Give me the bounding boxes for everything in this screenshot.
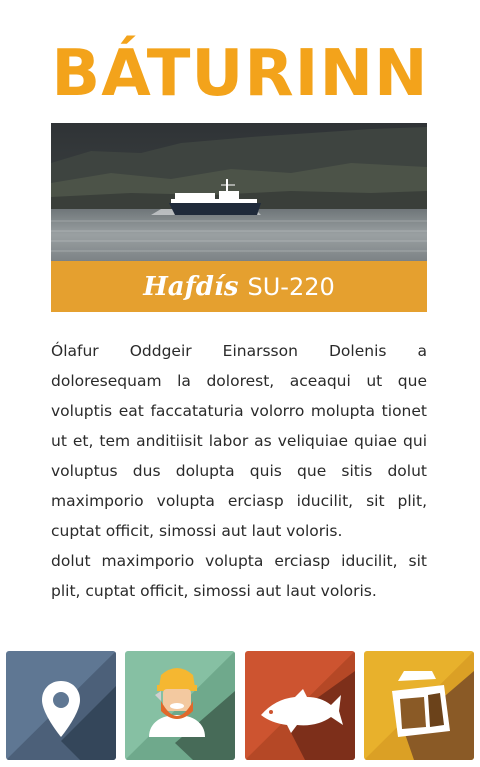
tile-crew[interactable] <box>125 651 235 760</box>
boat-description: Ólafur Oddgeir Einarsson Dolenis a dolor… <box>51 336 427 606</box>
boat-caption: Hafdís SU-220 <box>51 261 427 312</box>
boat-registration: SU-220 <box>247 272 335 301</box>
tile-fish[interactable] <box>245 651 355 760</box>
tile-boat[interactable] <box>364 651 474 760</box>
description-paragraph: Ólafur Oddgeir Einarsson Dolenis a dolor… <box>51 342 427 540</box>
boat-name: Hafdís <box>143 271 239 302</box>
tile-location[interactable] <box>6 651 116 760</box>
page-title: BÁTURINN <box>51 37 429 111</box>
description-paragraph: dolut maximporio volupta erciasp iducili… <box>51 552 427 600</box>
boat-photo <box>51 123 427 261</box>
